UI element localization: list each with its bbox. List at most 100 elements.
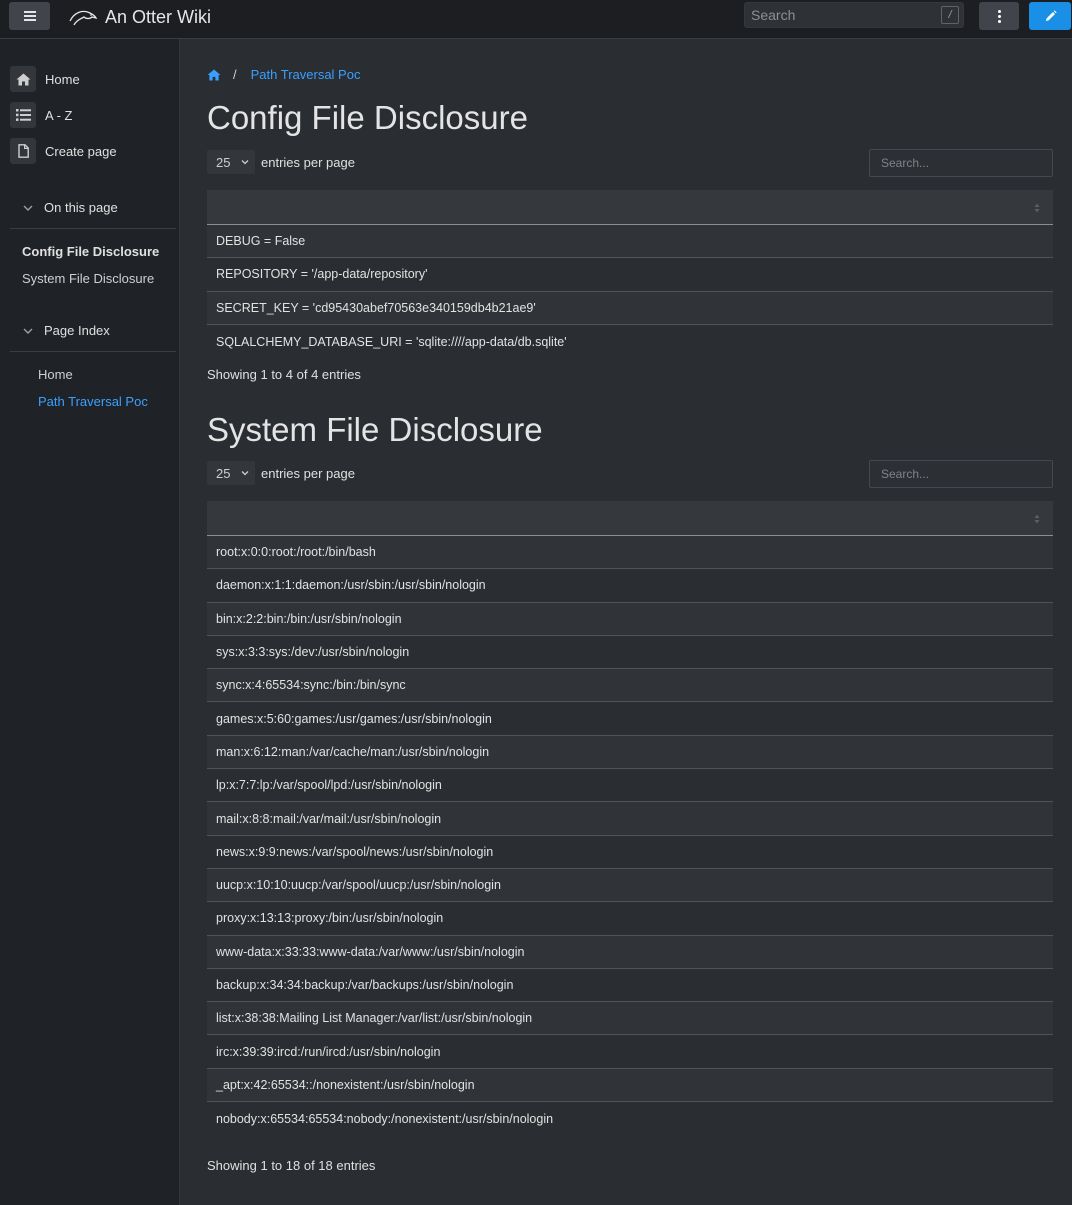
table-cell: sys:x:3:3:sys:/dev:/usr/sbin/nologin: [216, 645, 410, 660]
sidebar-toggle-button[interactable]: [9, 2, 50, 30]
table-row: news:x:9:9:news:/var/spool/news:/usr/sbi…: [207, 835, 1053, 869]
table-cell: SQLALCHEMY_DATABASE_URI = 'sqlite:////ap…: [216, 334, 567, 349]
per-page-control: 25 entries per page: [207, 150, 355, 174]
global-search[interactable]: /: [744, 2, 964, 28]
table-cell: nobody:x:65534:65534:nobody:/nonexistent…: [216, 1111, 554, 1126]
table-row: proxy:x:13:13:proxy:/bin:/usr/sbin/nolog…: [207, 902, 1053, 936]
per-page-label: entries per page: [261, 465, 355, 481]
table-row: daemon:x:1:1:daemon:/usr/sbin:/usr/sbin/…: [207, 569, 1053, 603]
table-cell: lp:x:7:7:lp:/var/spool/lpd:/usr/sbin/nol…: [216, 778, 442, 793]
table-cell: bin:x:2:2:bin:/bin:/usr/sbin/nologin: [216, 611, 402, 626]
divider: [10, 351, 176, 352]
table-cell: games:x:5:60:games:/usr/games:/usr/sbin/…: [216, 711, 492, 726]
per-page-value: 25: [216, 154, 231, 170]
breadcrumb: / Path Traversal Poc: [207, 67, 360, 82]
page-index-link-home[interactable]: Home: [38, 367, 73, 382]
table-search-input[interactable]: [870, 461, 1052, 487]
table-cell: backup:x:34:34:backup:/var/backups:/usr/…: [216, 978, 514, 992]
search-shortcut-hint: /: [941, 6, 959, 24]
table-cell: SECRET_KEY = 'cd95430abef70563e340159db4…: [216, 300, 536, 315]
table-cell: list:x:38:38:Mailing List Manager:/var/l…: [216, 1011, 533, 1026]
table-row: list:x:38:38:Mailing List Manager:/var/l…: [207, 1002, 1053, 1036]
per-page-control: 25 entries per page: [207, 461, 355, 485]
chevron-down-icon: [23, 328, 33, 334]
per-page-select[interactable]: 25: [207, 461, 255, 485]
chevron-down-icon: [23, 205, 33, 211]
chevron-down-icon: [241, 160, 249, 165]
sort-icon: [1034, 514, 1040, 524]
table-row: www-data:x:33:33:www-data:/var/www:/usr/…: [207, 935, 1053, 969]
vertical-dots-icon: [997, 9, 1001, 23]
toc-link-config-file-disclosure[interactable]: Config File Disclosure: [22, 244, 159, 259]
table-cell: uucp:x:10:10:uucp:/var/spool/uucp:/usr/s…: [216, 878, 501, 893]
section-heading-system: System File Disclosure: [207, 411, 543, 448]
data-table-config: DEBUG = False REPOSITORY = '/app-data/rep…: [207, 190, 1053, 359]
table-row: mail:x:8:8:mail:/var/mail:/usr/sbin/nolo…: [207, 802, 1053, 836]
table-cell: proxy:x:13:13:proxy:/bin:/usr/sbin/nolog…: [216, 911, 444, 926]
table-cell: daemon:x:1:1:daemon:/usr/sbin:/usr/sbin/…: [216, 578, 486, 593]
table-cell: man:x:6:12:man:/var/cache/man:/usr/sbin/…: [216, 744, 490, 759]
sidebar-item-label: A - Z: [45, 107, 73, 123]
sidebar-item-label: Home: [45, 71, 80, 87]
sidebar-item-home[interactable]: Home: [10, 66, 80, 92]
table-row: uucp:x:10:10:uucp:/var/spool/uucp:/usr/s…: [207, 868, 1053, 903]
global-search-input[interactable]: [751, 6, 931, 24]
table-cell: _apt:x:42:65534::/nonexistent:/usr/sbin/…: [216, 1077, 475, 1092]
table-search[interactable]: [869, 460, 1053, 488]
home-icon: [10, 66, 36, 92]
table-row: bin:x:2:2:bin:/bin:/usr/sbin/nologin: [207, 602, 1053, 636]
per-page-select[interactable]: 25: [207, 150, 255, 174]
edit-page-button[interactable]: [1029, 2, 1071, 30]
table-row: irc:x:39:39:ircd:/run/ircd:/usr/sbin/nol…: [207, 1035, 1053, 1069]
divider: [10, 228, 176, 229]
table-search[interactable]: [869, 149, 1053, 177]
on-this-page-title: On this page: [44, 200, 118, 215]
table-row: backup:x:34:34:backup:/var/backups:/usr/…: [207, 968, 1053, 1003]
table-cell: DEBUG = False: [216, 234, 306, 249]
table-row: sync:x:4:65534:sync:/bin:/bin/sync: [207, 669, 1053, 703]
table-row: DEBUG = False: [207, 225, 1053, 259]
sidebar: Home A - Z Create page On this page Conf…: [0, 39, 180, 1205]
table-row: _apt:x:42:65534::/nonexistent:/usr/sbin/…: [207, 1068, 1053, 1103]
page-index-toggle[interactable]: Page Index: [22, 323, 110, 338]
breadcrumb-current[interactable]: Path Traversal Poc: [251, 67, 361, 82]
table-info: Showing 1 to 4 of 4 entries: [207, 367, 361, 382]
table-row: lp:x:7:7:lp:/var/spool/lpd:/usr/sbin/nol…: [207, 769, 1053, 803]
home-icon[interactable]: [207, 68, 221, 81]
table-row: nobody:x:65534:65534:nobody:/nonexistent…: [207, 1102, 1053, 1136]
table-info: Showing 1 to 18 of 18 entries: [207, 1158, 376, 1173]
breadcrumb-separator: /: [233, 67, 237, 82]
table-search-input[interactable]: [870, 150, 1052, 176]
per-page-label: entries per page: [261, 154, 355, 170]
table-cell: root:x:0:0:root:/root:/bin/bash: [216, 545, 376, 560]
table-row: sys:x:3:3:sys:/dev:/usr/sbin/nologin: [207, 635, 1053, 670]
otter-logo-icon: [69, 10, 98, 26]
chevron-down-icon: [241, 471, 249, 476]
page-index-link-path-traversal-poc[interactable]: Path Traversal Poc: [38, 394, 148, 409]
more-options-button[interactable]: [979, 2, 1019, 30]
on-this-page-toggle[interactable]: On this page: [22, 200, 118, 215]
toc-link-system-file-disclosure[interactable]: System File Disclosure: [22, 271, 154, 286]
table-row: games:x:5:60:games:/usr/games:/usr/sbin/…: [207, 702, 1053, 736]
file-icon: [10, 138, 36, 164]
sidebar-item-a-z[interactable]: A - Z: [10, 102, 72, 128]
table-cell: REPOSITORY = '/app-data/repository': [216, 267, 428, 282]
section-heading-config: Config File Disclosure: [207, 99, 528, 136]
page-index-title: Page Index: [44, 323, 110, 338]
top-navbar: An Otter Wiki /: [0, 0, 1072, 39]
sort-icon: [1034, 203, 1040, 213]
table-row: SECRET_KEY = 'cd95430abef70563e340159db4…: [207, 291, 1053, 325]
brand-title[interactable]: An Otter Wiki: [105, 7, 211, 28]
hamburger-icon: [23, 11, 36, 21]
table-header[interactable]: [207, 190, 1053, 225]
table-row: REPOSITORY = '/app-data/repository': [207, 258, 1053, 292]
main-content: / Path Traversal Poc Config File Disclos…: [180, 39, 1072, 1205]
sidebar-item-create-page[interactable]: Create page: [10, 138, 117, 164]
sidebar-item-label: Create page: [45, 143, 117, 159]
table-cell: mail:x:8:8:mail:/var/mail:/usr/sbin/nolo…: [216, 811, 442, 826]
data-table-system: root:x:0:0:root:/root:/bin/bash daemon:x:…: [207, 501, 1053, 1136]
table-header[interactable]: [207, 501, 1053, 536]
table-row: SQLALCHEMY_DATABASE_URI = 'sqlite:////ap…: [207, 324, 1053, 359]
table-cell: irc:x:39:39:ircd:/run/ircd:/usr/sbin/nol…: [216, 1044, 441, 1059]
list-icon: [10, 102, 36, 128]
